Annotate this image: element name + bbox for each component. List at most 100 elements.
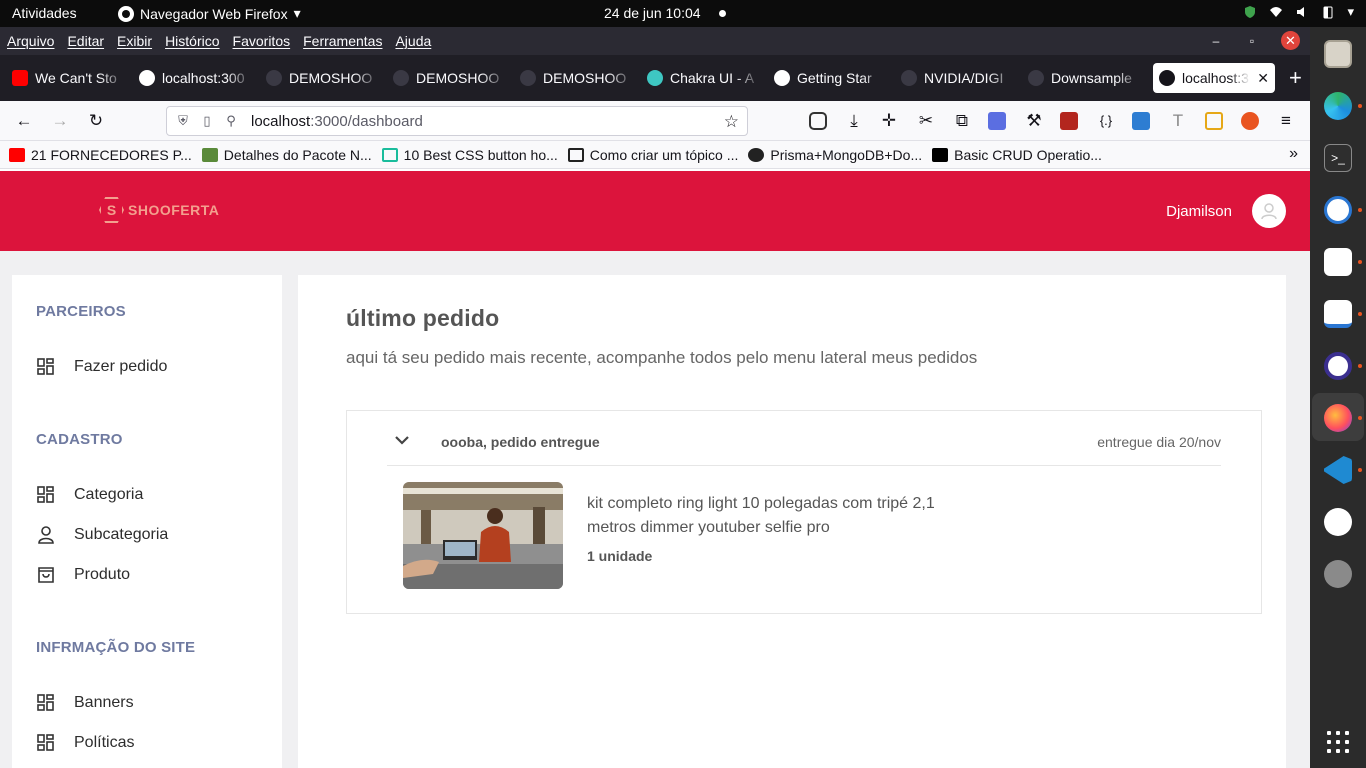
text-editor-icon[interactable]: [1324, 300, 1352, 328]
tab[interactable]: DEMOSHOO: [514, 63, 641, 93]
screenshot-icon[interactable]: ✂: [916, 111, 936, 131]
sidebar-item-banners[interactable]: Banners: [36, 693, 134, 713]
maximize-button[interactable]: ▫: [1245, 34, 1259, 48]
addon-icon[interactable]: [1060, 112, 1078, 130]
grid-icon: [37, 734, 54, 751]
menu-ferramentas[interactable]: Ferramentas: [303, 33, 382, 49]
sidebar-item-produto[interactable]: Produto: [36, 565, 130, 585]
bookmark-item[interactable]: Prisma+MongoDB+Do...: [748, 147, 922, 163]
back-button[interactable]: ←: [14, 111, 34, 131]
sidebar-item-label: Políticas: [74, 734, 135, 751]
clock[interactable]: 24 de jun 10:04: [604, 5, 701, 21]
order-delivery-date: entregue dia 20/nov: [1097, 434, 1221, 450]
site-logo[interactable]: S SHOOFERTA: [99, 197, 219, 223]
json-icon[interactable]: {.}: [1096, 111, 1116, 131]
tab[interactable]: localhost:300: [133, 63, 260, 93]
notification-dot: [719, 10, 726, 17]
sidebar-item-label: Banners: [74, 694, 134, 711]
permissions-icon[interactable]: ⚲: [223, 113, 239, 129]
notion-icon: [567, 147, 584, 162]
ubuntu-dock: >_: [1310, 27, 1366, 768]
tab-label: DEMOSHOO: [416, 70, 500, 86]
page-icon[interactable]: ▯: [199, 113, 215, 129]
addon-icon[interactable]: [1241, 112, 1259, 130]
sidebar: PARCEIROS Fazer pedido CADASTRO Categori…: [12, 275, 282, 768]
tab-label: NVIDIA/DIGI: [924, 70, 1004, 86]
tab-active[interactable]: localhost:3 ✕: [1153, 63, 1275, 93]
app-menu[interactable]: Navegador Web Firefox ▾: [118, 5, 301, 22]
translate-icon[interactable]: [988, 112, 1006, 130]
close-window-button[interactable]: ✕: [1281, 31, 1300, 50]
url-bar[interactable]: ⛨ ▯ ⚲ localhost:3000/dashboard ☆: [166, 106, 748, 136]
youtube-icon: [9, 147, 25, 162]
sidebar-item-fazer-pedido[interactable]: Fazer pedido: [36, 357, 167, 377]
url-host: localhost: [251, 112, 311, 130]
product-quantity: 1 unidade: [587, 548, 653, 564]
bookmark-item[interactable]: 21 FORNECEDORES P...: [9, 147, 192, 163]
menu-historico[interactable]: Histórico: [165, 33, 219, 49]
gimp-icon[interactable]: [1324, 248, 1352, 276]
tab[interactable]: Chakra UI - A: [641, 63, 768, 93]
menu-arquivo[interactable]: Arquivo: [7, 33, 54, 49]
tab[interactable]: We Can't Sto: [6, 63, 133, 93]
tab[interactable]: NVIDIA/DIGI: [895, 63, 1022, 93]
window-icon[interactable]: [1205, 112, 1223, 130]
order-card: oooba, pedido entregue entregue dia 20/n…: [346, 410, 1262, 614]
files-icon[interactable]: [1324, 40, 1352, 68]
android-studio-icon[interactable]: [1324, 196, 1352, 224]
forward-button[interactable]: →: [50, 111, 70, 131]
extensions-icon[interactable]: ⧉: [952, 111, 972, 131]
tab[interactable]: DEMOSHOO: [387, 63, 514, 93]
close-tab-icon[interactable]: ✕: [1257, 70, 1269, 87]
system-tray[interactable]: ▾: [1243, 4, 1354, 20]
mongodb-compass-icon[interactable]: [1324, 508, 1352, 536]
chevron-down-icon[interactable]: [393, 431, 411, 449]
sidebar-item-politicas[interactable]: Políticas: [36, 733, 134, 753]
tab[interactable]: Downsample: [1022, 63, 1149, 93]
running-indicator: [1358, 468, 1362, 472]
vscode-icon[interactable]: [1324, 456, 1352, 484]
firefox-icon[interactable]: [1324, 404, 1352, 432]
bookmark-item[interactable]: Basic CRUD Operatio...: [932, 147, 1102, 163]
disk-icon[interactable]: [1324, 560, 1352, 588]
chakra-icon: [647, 70, 663, 86]
order-header[interactable]: oooba, pedido entregue entregue dia 20/n…: [387, 411, 1221, 466]
font-icon[interactable]: T: [1168, 111, 1188, 131]
hamburger-menu-icon[interactable]: ≡: [1276, 111, 1296, 131]
move-icon[interactable]: ✛: [879, 111, 899, 131]
more-bookmarks-icon[interactable]: »: [1289, 145, 1298, 163]
app-icon[interactable]: [1324, 352, 1352, 380]
tracking-protection-icon[interactable]: ⛨: [175, 113, 191, 129]
new-tab-button[interactable]: +: [1289, 65, 1302, 91]
bookmark-label: Basic CRUD Operatio...: [954, 146, 1102, 163]
bookmark-item[interactable]: Como criar um tópico ...: [567, 147, 738, 163]
product-name[interactable]: kit completo ring light 10 polegadas com…: [587, 492, 957, 540]
menu-editar[interactable]: Editar: [67, 33, 104, 49]
system-top-bar: Atividades Navegador Web Firefox ▾ 24 de…: [0, 0, 1366, 27]
activities-button[interactable]: Atividades: [12, 5, 77, 21]
tab[interactable]: Getting Star: [768, 63, 895, 93]
tab[interactable]: DEMOSHOO: [260, 63, 387, 93]
bookmark-item[interactable]: 10 Best CSS button ho...: [381, 147, 558, 163]
edge-dev-icon[interactable]: [1324, 92, 1352, 120]
reload-button[interactable]: ↻: [86, 111, 106, 131]
sidebar-item-subcategoria[interactable]: Subcategoria: [36, 525, 168, 545]
product-image: [403, 482, 563, 589]
menu-ajuda[interactable]: Ajuda: [395, 33, 431, 49]
wifi-icon: [1270, 7, 1283, 17]
bookmark-star-icon[interactable]: ☆: [724, 112, 739, 132]
menu-exibir[interactable]: Exibir: [117, 33, 152, 49]
sidebar-item-categoria[interactable]: Categoria: [36, 485, 143, 505]
downloads-icon[interactable]: ⤓: [844, 111, 864, 131]
section-title: PARCEIROS: [36, 303, 126, 320]
bookmark-item[interactable]: Detalhes do Pacote N...: [201, 147, 372, 163]
stylus-icon[interactable]: [1132, 112, 1150, 130]
minimize-button[interactable]: –: [1209, 34, 1223, 48]
wrench-icon[interactable]: ⚒: [1024, 111, 1044, 131]
pocket-icon[interactable]: [809, 112, 827, 130]
avatar[interactable]: [1252, 194, 1286, 228]
menu-favoritos[interactable]: Favoritos: [233, 33, 291, 49]
terminal-icon[interactable]: >_: [1324, 144, 1352, 172]
user-name[interactable]: Djamilson: [1166, 203, 1232, 220]
show-applications-button[interactable]: [1327, 731, 1349, 753]
